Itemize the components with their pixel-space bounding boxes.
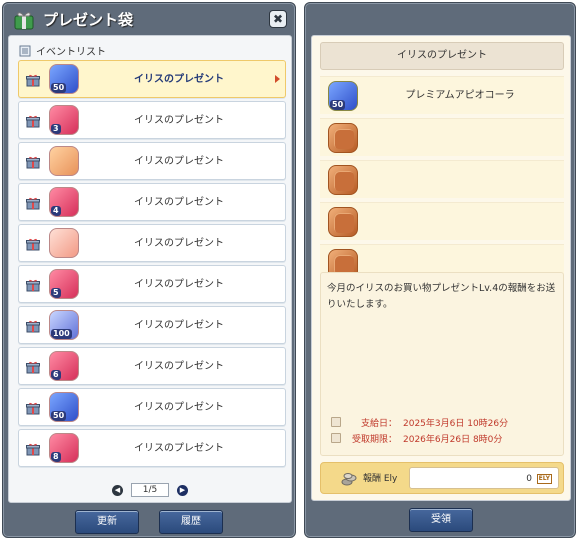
item-count-badge: 5 — [51, 288, 61, 298]
empty-slot-icon — [328, 123, 358, 153]
event-list-row[interactable]: 8 イリスのプレゼント — [18, 429, 286, 467]
event-list-row[interactable]: 50 イリスのプレゼント — [18, 388, 286, 426]
item-count-badge: 8 — [51, 452, 61, 462]
empty-slot-icon — [328, 165, 358, 195]
present-detail-window: イリスのプレゼント 50 プレミアムアピオコーラ 今月のイリスのお買い物プレゼン… — [304, 2, 576, 538]
gift-box-icon — [26, 402, 40, 415]
update-button[interactable]: 更新 — [75, 510, 139, 534]
present-item-icon — [49, 228, 79, 258]
gift-box-icon — [26, 279, 40, 292]
present-bag-window: プレゼント袋 ✖ イベントリスト 50 イリスのプレゼント 3 イリスのプレゼン… — [2, 2, 296, 538]
calendar-icon — [331, 417, 341, 427]
event-list-row-label: イリスのプレゼント — [134, 238, 224, 249]
supply-date-label: 支給日： — [360, 418, 397, 429]
gift-box-icon — [26, 197, 40, 210]
item-count-badge: 50 — [330, 100, 346, 110]
event-list-row-label: イリスのプレゼント — [134, 156, 224, 167]
cola-item-icon: 50 — [328, 81, 358, 111]
gift-box-icon — [26, 156, 40, 169]
supply-date-line: 支給日： 2025年3月6日 10時26分 — [331, 415, 508, 429]
detail-header: イリスのプレゼント — [320, 42, 564, 70]
chevron-right-icon: ▶ — [179, 485, 186, 494]
ely-unit-icon: ELY — [536, 474, 552, 484]
close-icon: ✖ — [272, 12, 284, 26]
event-list-row[interactable]: 6 イリスのプレゼント — [18, 347, 286, 385]
event-list-title: イベントリスト — [36, 47, 106, 58]
reward-amount-field: 0 ELY — [409, 467, 559, 489]
reward-amount: 0 — [526, 474, 532, 484]
prev-page-button[interactable]: ◀ — [112, 484, 123, 496]
empty-slot-icon — [328, 207, 358, 237]
detail-title-bar[interactable] — [305, 3, 575, 35]
gift-box-icon — [26, 443, 40, 456]
present-item-icon: 6 — [49, 351, 79, 381]
reward-bar: 報酬 Ely 0 ELY — [320, 462, 564, 494]
event-list-panel: イベントリスト 50 イリスのプレゼント 3 イリスのプレゼント イリスのプレゼ… — [8, 35, 292, 503]
event-list-row[interactable]: 50 イリスのプレゼント — [18, 60, 286, 98]
present-item-icon: 50 — [49, 64, 79, 94]
message-box: 今月のイリスのお買い物プレゼントLv.4の報酬をお送りいたします。 支給日： 2… — [320, 272, 564, 456]
event-list-row-label: イリスのプレゼント — [134, 320, 224, 331]
item-count-badge: 3 — [51, 124, 61, 134]
present-message: 今月のイリスのお買い物プレゼントLv.4の報酬をお送りいたします。 — [327, 283, 556, 310]
deadline-label: 受取期限： — [351, 434, 397, 445]
event-list-header: イベントリスト — [19, 43, 106, 58]
event-list-row[interactable]: 3 イリスのプレゼント — [18, 101, 286, 139]
reward-item-slot[interactable]: 50 プレミアムアピオコーラ — [320, 76, 564, 114]
list-icon — [19, 45, 31, 56]
event-list-row-label: イリスのプレゼント — [134, 443, 224, 454]
page-indicator: 1/5 — [131, 483, 169, 497]
detail-panel: イリスのプレゼント 50 プレミアムアピオコーラ 今月のイリスのお買い物プレゼン… — [311, 35, 571, 501]
title-bar[interactable]: プレゼント袋 ✖ — [3, 3, 295, 35]
present-item-icon — [49, 146, 79, 176]
gift-box-icon — [26, 115, 40, 128]
present-item-icon: 8 — [49, 433, 79, 463]
selected-arrow-icon — [275, 75, 280, 83]
event-list-row-label: イリスのプレゼント — [134, 197, 224, 208]
deadline-line: 受取期限： 2026年6月26日 8時0分 — [331, 431, 502, 445]
pagination: ◀ 1/5 ▶ — [9, 482, 291, 498]
close-button[interactable]: ✖ — [269, 10, 287, 28]
event-list-row[interactable]: イリスのプレゼント — [18, 224, 286, 262]
ely-coin-icon — [341, 473, 357, 486]
present-item-icon: 4 — [49, 187, 79, 217]
present-item-icon: 100 — [49, 310, 79, 340]
present-item-icon: 5 — [49, 269, 79, 299]
gift-box-icon — [26, 74, 40, 87]
reward-item-slot[interactable] — [320, 160, 564, 198]
item-count-badge: 6 — [51, 370, 61, 380]
window-title: プレゼント袋 — [43, 10, 134, 29]
event-list-row-label: イリスのプレゼント — [134, 361, 224, 372]
next-page-button[interactable]: ▶ — [177, 484, 188, 496]
calendar-icon — [331, 433, 341, 443]
chevron-left-icon: ◀ — [114, 485, 121, 494]
gift-box-icon — [26, 238, 40, 251]
event-list: 50 イリスのプレゼント 3 イリスのプレゼント イリスのプレゼント 4 イリス… — [18, 60, 286, 470]
gift-bag-icon — [14, 12, 34, 30]
gift-box-icon — [26, 320, 40, 333]
event-list-row-label: イリスのプレゼント — [134, 74, 224, 85]
present-item-icon: 50 — [49, 392, 79, 422]
item-count-badge: 50 — [51, 83, 67, 93]
event-list-row-label: イリスのプレゼント — [134, 402, 224, 413]
event-list-row[interactable]: 100 イリスのプレゼント — [18, 306, 286, 344]
gift-box-icon — [26, 361, 40, 374]
event-list-row[interactable]: 5 イリスのプレゼント — [18, 265, 286, 303]
reward-item-slot[interactable] — [320, 118, 564, 156]
receive-button[interactable]: 受領 — [409, 508, 473, 532]
item-count-badge: 4 — [51, 206, 61, 216]
history-button[interactable]: 履歴 — [159, 510, 223, 534]
reward-item-slot[interactable] — [320, 202, 564, 240]
reward-item-name: プレミアムアピオコーラ — [405, 90, 515, 101]
event-list-row[interactable]: 4 イリスのプレゼント — [18, 183, 286, 221]
item-count-badge: 100 — [51, 329, 72, 339]
event-list-row-label: イリスのプレゼント — [134, 279, 224, 290]
event-list-row-label: イリスのプレゼント — [134, 115, 224, 126]
reward-label: 報酬 Ely — [363, 474, 398, 484]
item-count-badge: 50 — [51, 411, 67, 421]
supply-date-value: 2025年3月6日 10時26分 — [403, 418, 509, 429]
event-list-row[interactable]: イリスのプレゼント — [18, 142, 286, 180]
present-item-icon: 3 — [49, 105, 79, 135]
deadline-value: 2026年6月26日 8時0分 — [403, 434, 503, 445]
